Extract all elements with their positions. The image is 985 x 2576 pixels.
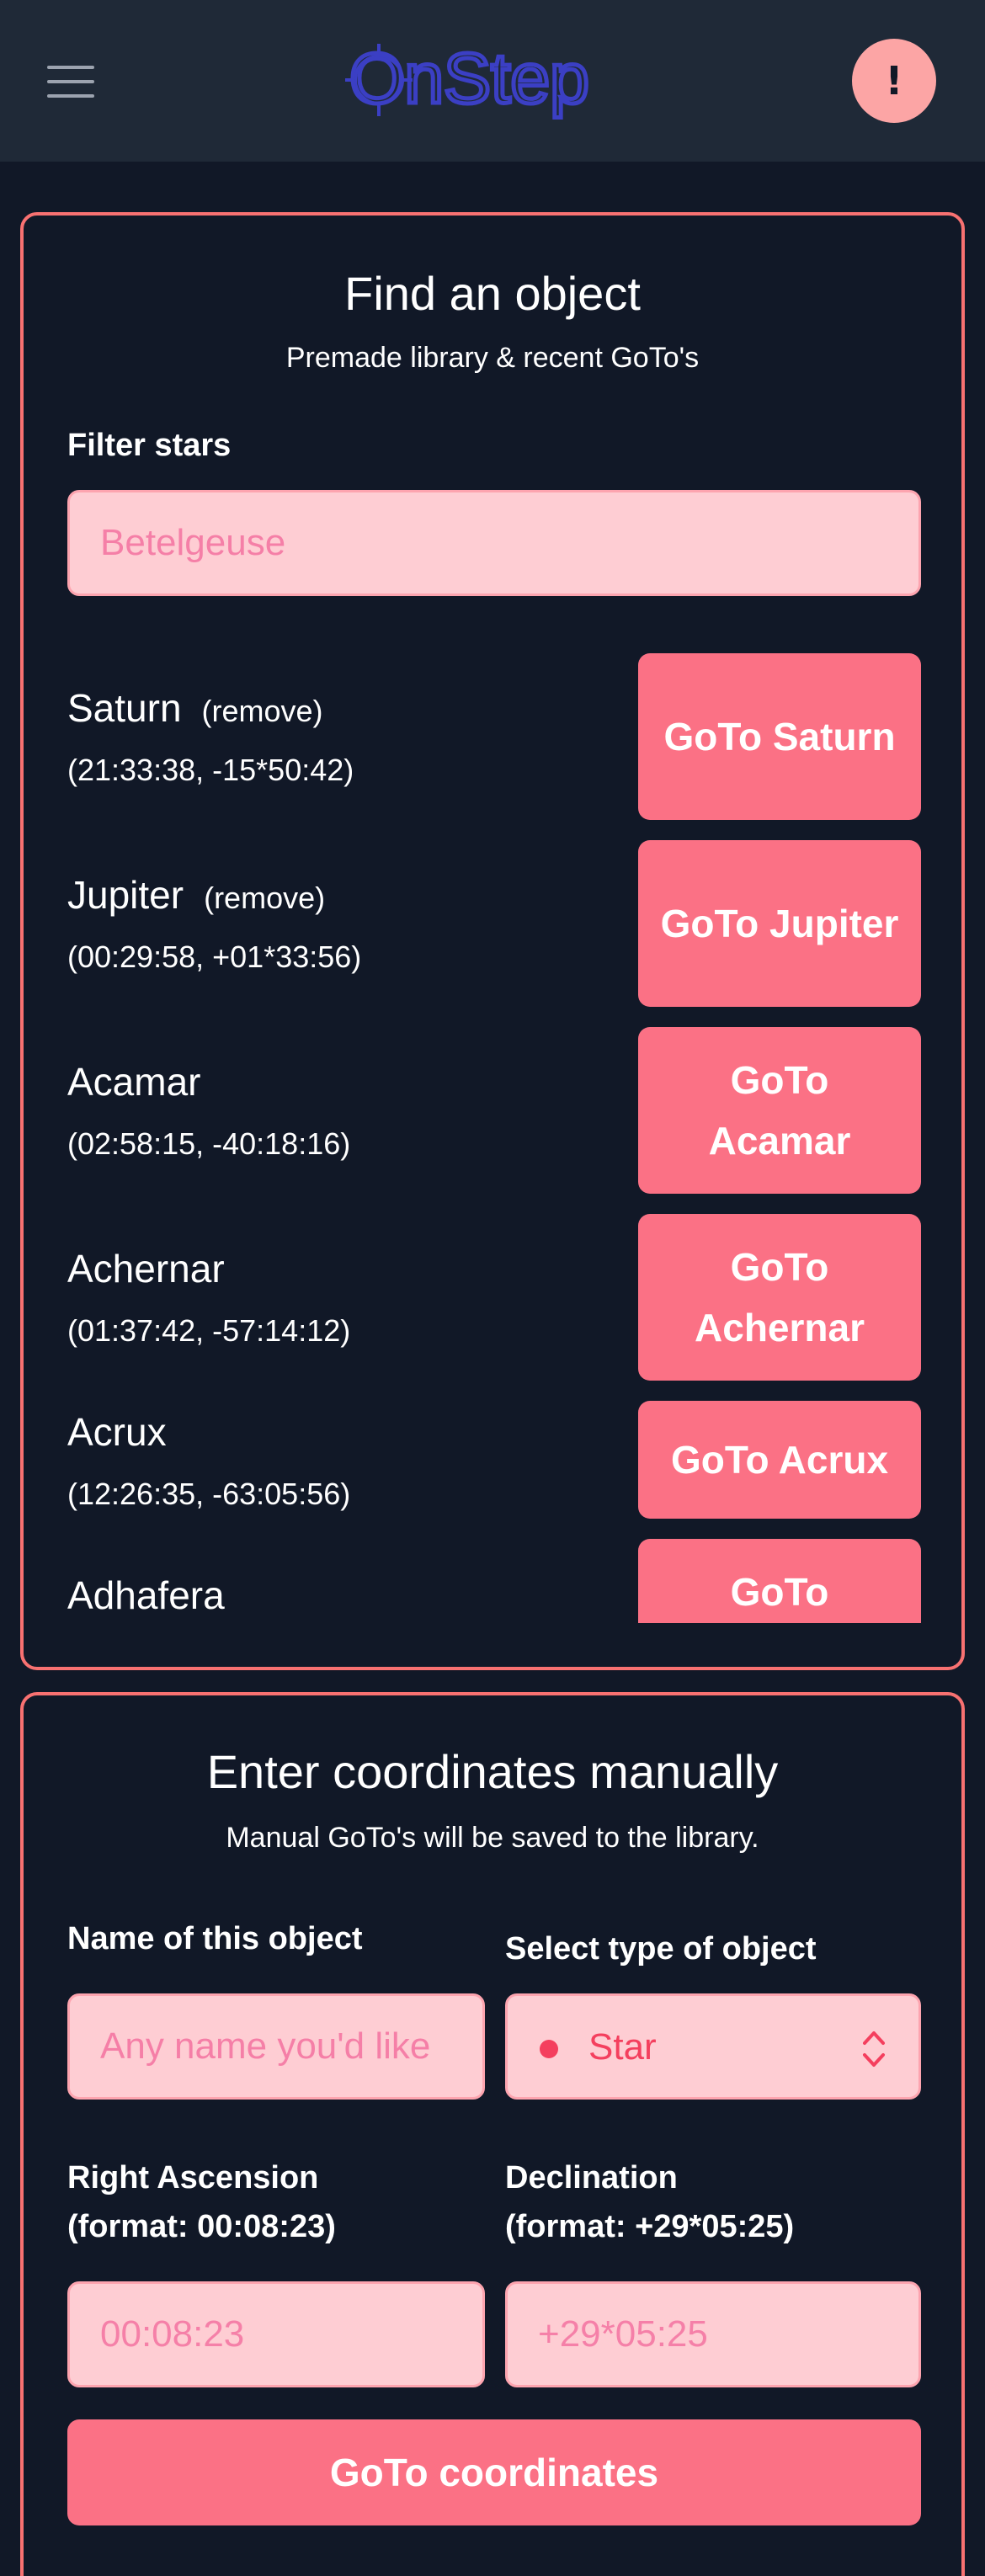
- ra-label-line1: Right Ascension: [67, 2160, 319, 2195]
- object-name-input[interactable]: [67, 1993, 485, 2100]
- find-object-card: Find an object Premade library & recent …: [20, 212, 965, 1670]
- find-title: Find an object: [344, 267, 641, 320]
- object-type-select[interactable]: Star: [505, 1993, 921, 2100]
- object-type-value: Star: [588, 2026, 657, 2068]
- object-name: Jupiter: [67, 873, 184, 917]
- onstep-logo: OnStep: [345, 34, 640, 126]
- object-name: Adhafera: [67, 1573, 225, 1617]
- dec-label-line1: Declination: [505, 2160, 678, 2195]
- object-name: Saturn: [67, 686, 182, 730]
- list-item: Acamar (02:58:15, -40:18:16) GoTo Acamar: [67, 1027, 921, 1194]
- dec-label-line2: (format: +29*05:25): [505, 2209, 795, 2244]
- dec-label: Declination (format: +29*05:25): [505, 2153, 794, 2251]
- remove-link[interactable]: (remove): [204, 881, 325, 915]
- menu-icon[interactable]: [47, 66, 94, 98]
- list-item: Adhafera GoTo Adhafera: [67, 1539, 921, 1623]
- name-label: Name of this object: [67, 1921, 363, 1956]
- filter-input[interactable]: [67, 490, 921, 596]
- star-dot-icon: [540, 2040, 558, 2058]
- object-name: Achernar: [67, 1247, 225, 1291]
- alert-icon: !: [885, 58, 903, 104]
- object-coords: (12:26:35, -63:05:56): [67, 1477, 351, 1511]
- object-coords: (01:37:42, -57:14:12): [67, 1313, 351, 1348]
- right-ascension-input[interactable]: [67, 2281, 485, 2387]
- declination-input[interactable]: [505, 2281, 921, 2387]
- goto-button[interactable]: GoTo Adhafera: [638, 1539, 921, 1623]
- filter-label: Filter stars: [67, 428, 232, 463]
- object-name: Acrux: [67, 1410, 167, 1454]
- goto-button[interactable]: GoTo Acamar: [638, 1027, 921, 1194]
- object-coords: (21:33:38, -15*50:42): [67, 753, 354, 787]
- top-bar: OnStep !: [0, 0, 985, 162]
- alert-button[interactable]: !: [852, 39, 936, 123]
- manual-title: Enter coordinates manually: [206, 1745, 779, 1798]
- goto-button[interactable]: GoTo Acrux: [638, 1401, 921, 1519]
- goto-button[interactable]: GoTo Saturn: [638, 653, 921, 820]
- manual-coordinates-card: Enter coordinates manually Manual GoTo's…: [20, 1692, 965, 2576]
- goto-button[interactable]: GoTo Jupiter: [638, 840, 921, 1007]
- object-coords: (00:29:58, +01*33:56): [67, 939, 362, 974]
- list-item: Achernar (01:37:42, -57:14:12) GoTo Ache…: [67, 1214, 921, 1381]
- manual-subtitle: Manual GoTo's will be saved to the libra…: [226, 1822, 759, 1854]
- object-name: Acamar: [67, 1060, 201, 1104]
- object-list[interactable]: Saturn (remove) (21:33:38, -15*50:42) GoT…: [67, 653, 921, 1623]
- goto-button[interactable]: GoTo Achernar: [638, 1214, 921, 1381]
- chevron-updown-icon: [863, 2031, 885, 2067]
- remove-link[interactable]: (remove): [202, 694, 323, 728]
- type-label: Select type of object: [505, 1931, 817, 1967]
- object-coords: (02:58:15, -40:18:16): [67, 1126, 351, 1161]
- ra-label-line2: (format: 00:08:23): [67, 2209, 336, 2244]
- ra-label: Right Ascension (format: 00:08:23): [67, 2153, 336, 2251]
- list-item: Jupiter (remove) (00:29:58, +01*33:56) Go…: [67, 840, 921, 1007]
- find-subtitle: Premade library & recent GoTo's: [285, 342, 700, 374]
- logo-text: OnStep: [349, 39, 589, 118]
- goto-coordinates-button[interactable]: GoTo coordinates: [67, 2419, 921, 2525]
- list-item: Acrux (12:26:35, -63:05:56) GoTo Acrux: [67, 1401, 921, 1519]
- list-item: Saturn (remove) (21:33:38, -15*50:42) GoT…: [67, 653, 921, 820]
